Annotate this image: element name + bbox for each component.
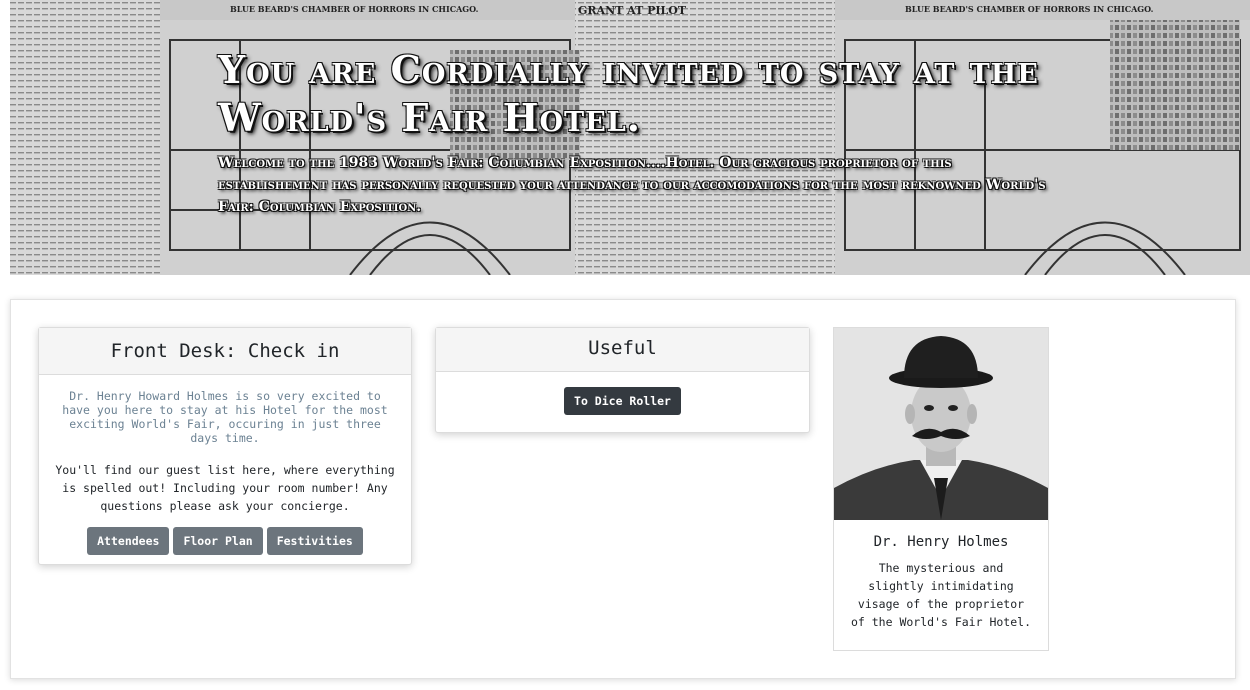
hero-banner: BLUE BEARD'S CHAMBER OF HORRORS IN CHICA… (10, 0, 1250, 275)
newspaper-headline-left: BLUE BEARD'S CHAMBER OF HORRORS IN CHICA… (230, 4, 479, 14)
newspaper-headline-right: BLUE BEARD'S CHAMBER OF HORRORS IN CHICA… (905, 4, 1154, 14)
holmes-portrait-image (834, 328, 1048, 520)
festivities-button[interactable]: Festivities (266, 527, 363, 555)
hero-title: You are Cordially invited to stay at the… (218, 47, 1039, 140)
portrait-caption: The mysterious and slightly intimidating… (850, 561, 1031, 629)
dice-roller-button[interactable]: To Dice Roller (564, 387, 681, 415)
useful-body: To Dice Roller (436, 372, 809, 415)
main-container: Front Desk: Check in Dr. Henry Howard Ho… (10, 299, 1236, 679)
newspaper-headline-center: GRANT AT PILOT (578, 4, 687, 17)
front-desk-intro: Dr. Henry Howard Holmes is so very excit… (62, 389, 388, 445)
hero-text: You are Cordially invited to stay at the… (218, 46, 1058, 218)
useful-card: Useful To Dice Roller (435, 327, 810, 433)
front-desk-title: Front Desk: Check in (39, 328, 411, 375)
useful-title: Useful (436, 328, 809, 372)
front-desk-info: You'll find our guest list here, where e… (55, 463, 395, 513)
portrait-name: Dr. Henry Holmes (873, 534, 1009, 550)
attendees-button[interactable]: Attendees (87, 527, 170, 555)
front-desk-buttons: Attendees Floor Plan Festivities (39, 527, 411, 555)
front-desk-card: Front Desk: Check in Dr. Henry Howard Ho… (38, 327, 412, 565)
hero-subtitle: Welcome to the 1983 World's Fair: Columb… (218, 155, 1046, 215)
front-desk-body: Dr. Henry Howard Holmes is so very excit… (39, 389, 411, 555)
floor-plan-button[interactable]: Floor Plan (173, 527, 263, 555)
portrait-card: Dr. Henry Holmes The mysterious and slig… (833, 327, 1049, 651)
